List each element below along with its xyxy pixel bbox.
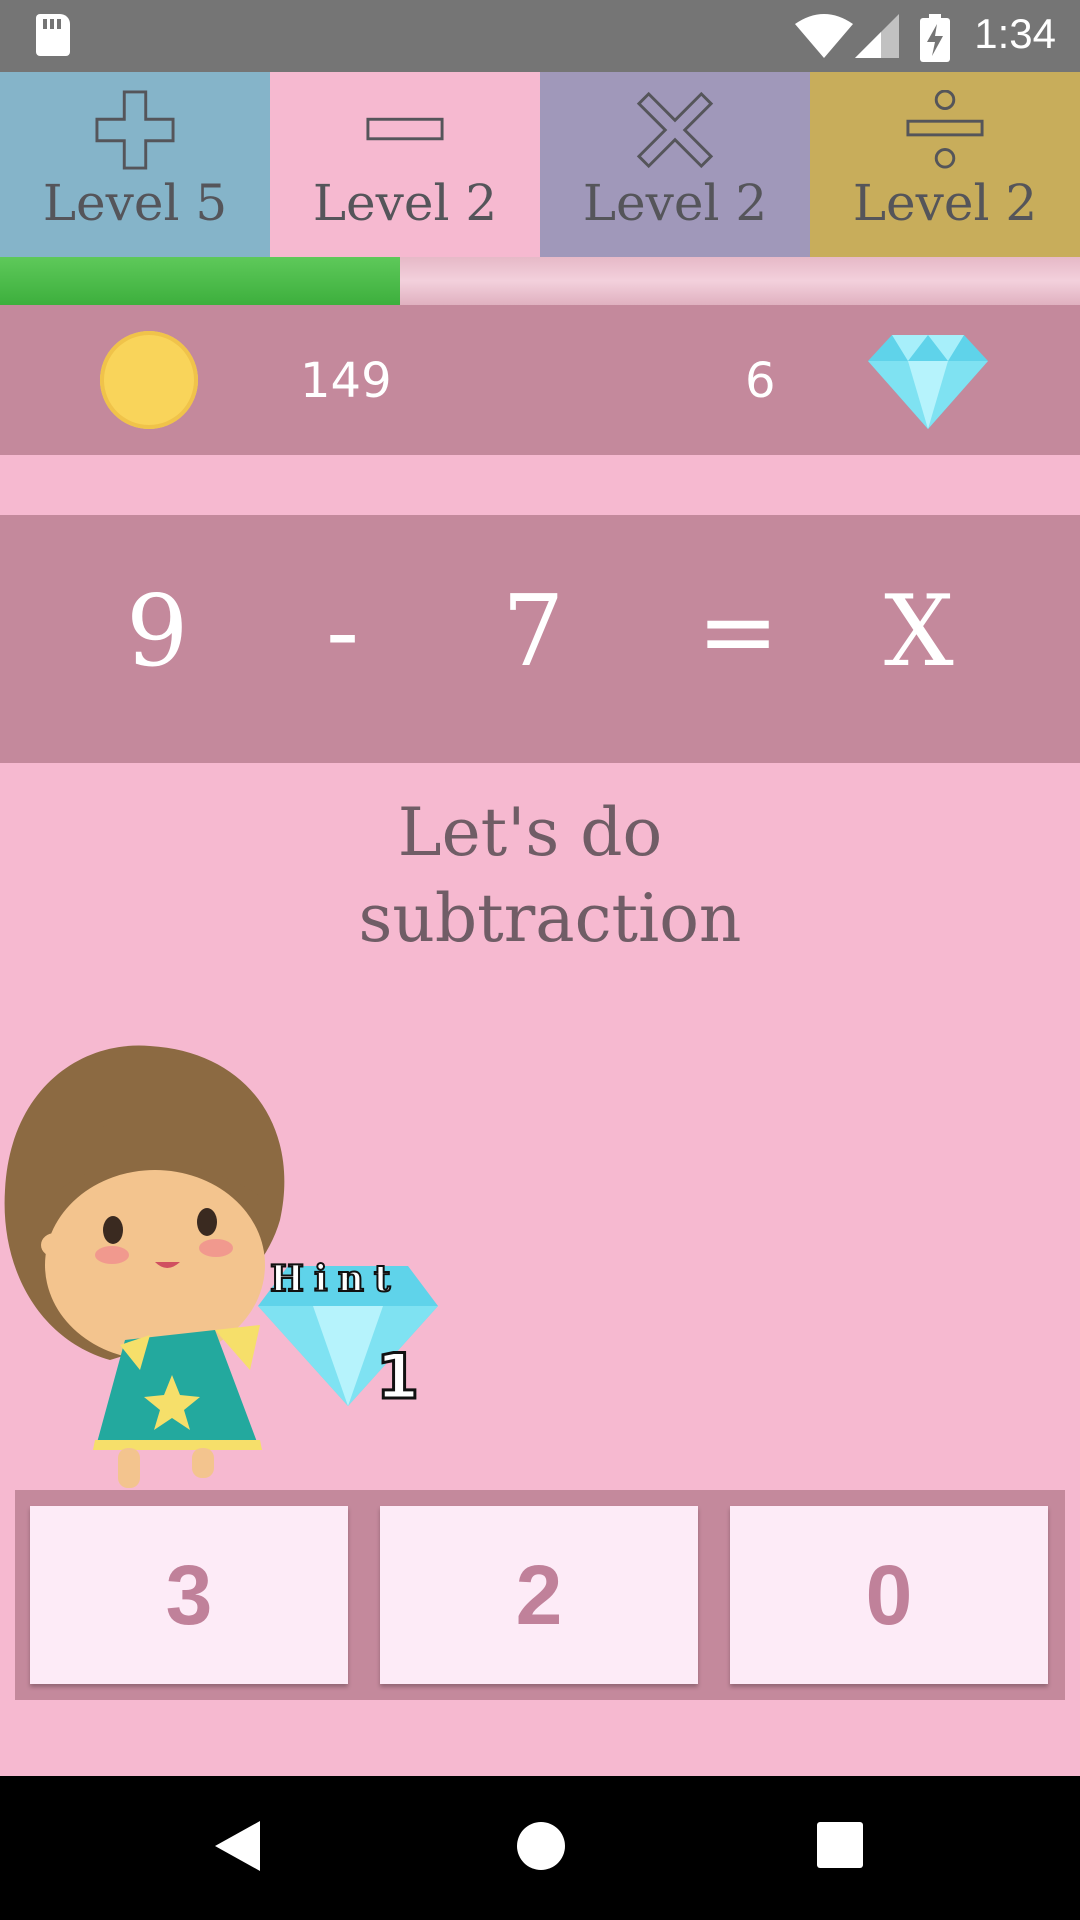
answer-option-2[interactable]: 2 xyxy=(380,1506,698,1684)
hint-label: Hint xyxy=(269,1257,401,1301)
instruction-text: Let's do subtraction xyxy=(0,790,1080,962)
instruction-line-2: subtraction xyxy=(358,880,742,957)
tab-subtraction[interactable]: Level 2 xyxy=(270,72,540,257)
tab-division[interactable]: Level 2 xyxy=(810,72,1080,257)
gems-count: 6 xyxy=(745,353,776,409)
level-progress-fill xyxy=(0,257,400,305)
answer-option-1[interactable]: 3 xyxy=(30,1506,348,1684)
coins-count: 149 xyxy=(300,353,392,409)
home-icon[interactable] xyxy=(516,1821,566,1871)
status-bar: 1:34 xyxy=(0,0,1080,72)
equation-operand-left: 9 xyxy=(126,575,189,689)
answer-option-3[interactable]: 0 xyxy=(730,1506,1048,1684)
back-icon[interactable] xyxy=(215,1821,265,1871)
sd-card-icon xyxy=(36,14,70,56)
recents-icon[interactable] xyxy=(816,1821,864,1869)
minus-icon xyxy=(366,117,444,141)
battery-charging-icon xyxy=(920,14,950,62)
tab-multiplication-label: Level 2 xyxy=(582,174,768,232)
equation-panel: 9 - 7 = X xyxy=(0,515,1080,763)
hint-count: 1 xyxy=(374,1339,420,1415)
tab-addition-label: Level 5 xyxy=(42,174,228,232)
instruction-line-1: Let's do xyxy=(397,794,663,871)
tab-subtraction-label: Level 2 xyxy=(312,174,498,232)
plus-icon xyxy=(95,90,175,170)
score-bar: 149 6 xyxy=(0,305,1080,455)
girl-character-illustration xyxy=(4,1045,285,1488)
tab-multiplication[interactable]: Level 2 xyxy=(540,72,810,257)
navigation-bar xyxy=(0,1776,1080,1920)
divide-icon xyxy=(906,90,984,169)
signal-icon xyxy=(855,14,899,58)
tab-addition[interactable]: Level 5 xyxy=(0,72,270,257)
equation-operator: - xyxy=(326,575,360,689)
equation-result: X xyxy=(884,575,954,689)
wifi-icon xyxy=(795,14,853,58)
level-progress-bar xyxy=(0,257,1080,305)
tab-division-label: Level 2 xyxy=(852,174,1038,232)
answer-options: 3 2 0 xyxy=(15,1490,1065,1700)
operation-tabs: Level 5 Level 2 Level 2 Level 2 xyxy=(0,72,1080,257)
diamond-icon xyxy=(868,335,988,429)
clock: 1:34 xyxy=(974,10,1056,57)
times-icon xyxy=(636,91,714,169)
equation-operand-right: 7 xyxy=(502,575,565,689)
coin-icon xyxy=(100,331,198,429)
equation-equals: = xyxy=(697,575,780,689)
